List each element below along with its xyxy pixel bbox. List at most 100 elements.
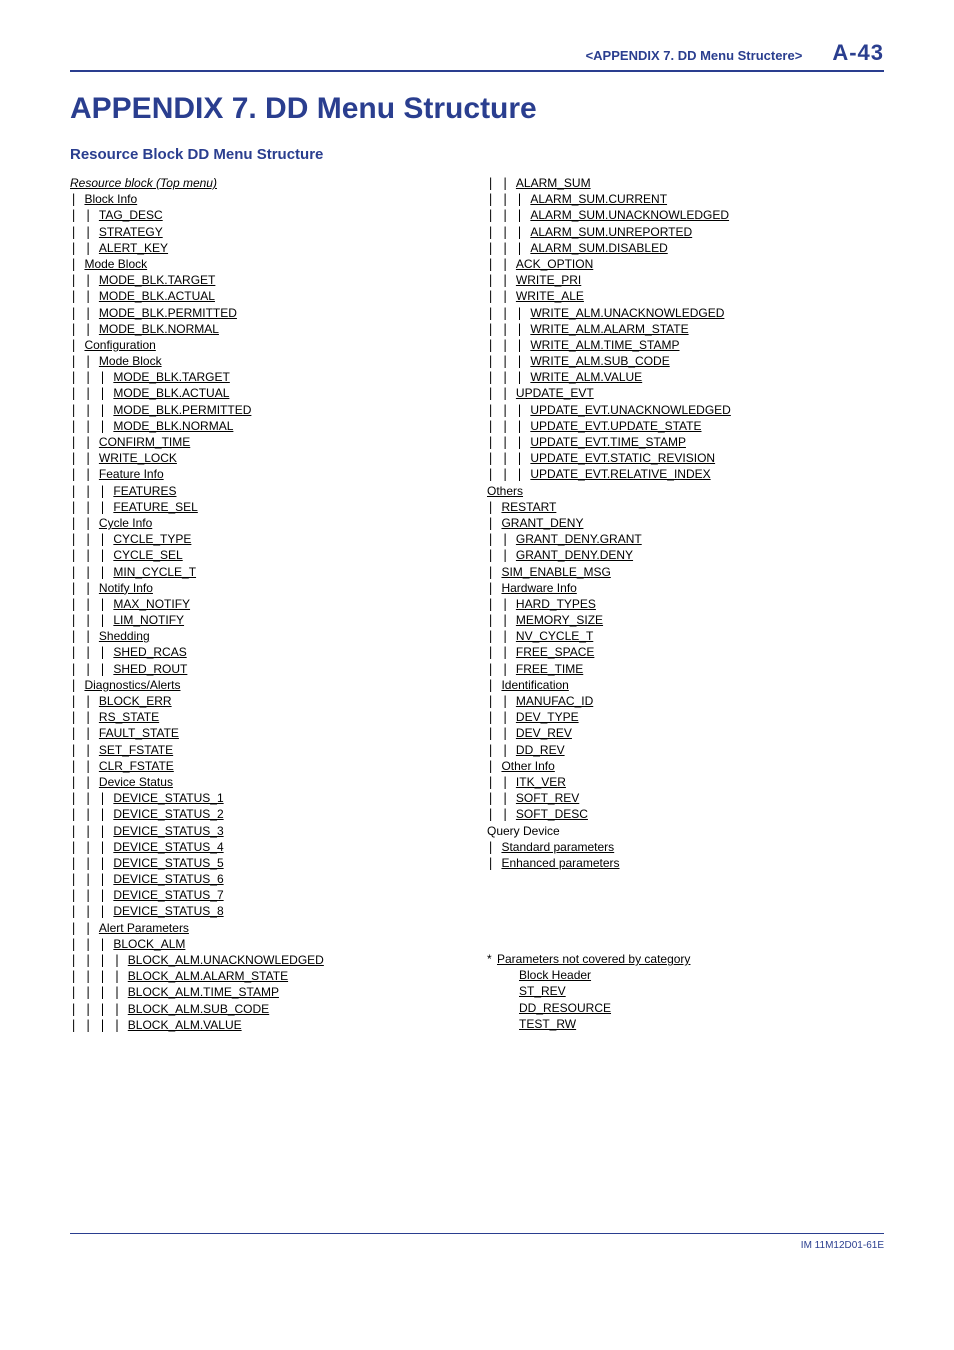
tree-node-label: CYCLE_TYPE <box>113 532 191 546</box>
tree-node-label: MODE_BLK.ACTUAL <box>113 386 229 400</box>
tree-node-label: DEVICE_STATUS_2 <box>113 807 223 821</box>
menu-tree-column-2: | | ALARM_SUM| | | ALARM_SUM.CURRENT| | … <box>487 175 884 1033</box>
tree-node: | | GRANT_DENY.GRANT <box>487 531 884 547</box>
tree-node-label: Device Status <box>99 775 173 789</box>
tree-node: | | | ALARM_SUM.UNREPORTED <box>487 224 884 240</box>
tree-node: | | | UPDATE_EVT.RELATIVE_INDEX <box>487 466 884 482</box>
tree-node: | GRANT_DENY <box>487 515 884 531</box>
tree-node: | | ALERT_KEY <box>70 240 467 256</box>
tree-node: | | ACK_OPTION <box>487 256 884 272</box>
tree-node-label: Cycle Info <box>99 516 152 530</box>
note-item: TEST_RW <box>487 1016 884 1032</box>
tree-node-label: DEVICE_STATUS_5 <box>113 856 223 870</box>
tree-node: | | | DEVICE_STATUS_6 <box>70 871 467 887</box>
tree-node: | | DD_REV <box>487 742 884 758</box>
tree-node-label: ALARM_SUM.DISABLED <box>530 241 667 255</box>
tree-node: Others <box>487 483 884 499</box>
tree-node-label: FEATURES <box>113 484 176 498</box>
tree-node: | | | DEVICE_STATUS_2 <box>70 806 467 822</box>
tree-node-label: SOFT_REV <box>516 791 579 805</box>
tree-node: | | Mode Block <box>70 353 467 369</box>
tree-node: | | | WRITE_ALM.TIME_STAMP <box>487 337 884 353</box>
tree-node-label: ALARM_SUM.UNACKNOWLEDGED <box>530 208 729 222</box>
tree-node: | | ALARM_SUM <box>487 175 884 191</box>
tree-node-label: WRITE_ALE <box>516 289 584 303</box>
tree-node-label: SIM_ENABLE_MSG <box>501 565 610 579</box>
note-heading: Parameters not covered by category <box>497 952 690 966</box>
tree-node-label: Hardware Info <box>501 581 576 595</box>
tree-node: | | WRITE_ALE <box>487 288 884 304</box>
tree-node: | | MEMORY_SIZE <box>487 612 884 628</box>
tree-node: | | | DEVICE_STATUS_1 <box>70 790 467 806</box>
page-title: APPENDIX 7. DD Menu Structure <box>70 92 884 126</box>
tree-node-label: MAX_NOTIFY <box>113 597 190 611</box>
tree-node: | | RS_STATE <box>70 709 467 725</box>
tree-node: | | HARD_TYPES <box>487 596 884 612</box>
tree-node: | Mode Block <box>70 256 467 272</box>
section-subtitle: Resource Block DD Menu Structure <box>70 146 884 163</box>
tree-node-label: RESTART <box>501 500 556 514</box>
tree-node-label: ALARM_SUM.UNREPORTED <box>530 225 692 239</box>
tree-node-label: Shedding <box>99 629 150 643</box>
tree-node-label: BLOCK_ALM.SUB_CODE <box>128 1002 269 1016</box>
tree-node-label: Mode Block <box>99 354 162 368</box>
tree-node: | | SOFT_DESC <box>487 806 884 822</box>
tree-node-label: TAG_DESC <box>99 208 163 222</box>
tree-node-label: BLOCK_ALM.VALUE <box>128 1018 242 1032</box>
tree-node: | | | MODE_BLK.PERMITTED <box>70 402 467 418</box>
tree-node: | | | UPDATE_EVT.STATIC_REVISION <box>487 450 884 466</box>
tree-node-label: MIN_CYCLE_T <box>113 565 196 579</box>
tree-node: | | | WRITE_ALM.SUB_CODE <box>487 353 884 369</box>
tree-node-label: Query Device <box>487 824 560 838</box>
tree-node-label: ALARM_SUM <box>516 176 591 190</box>
tree-node: | | CLR_FSTATE <box>70 758 467 774</box>
tree-node: | | Feature Info <box>70 466 467 482</box>
tree-node-label: ALARM_SUM.CURRENT <box>530 192 667 206</box>
tree-node: | | FREE_TIME <box>487 661 884 677</box>
tree-node-label: Standard parameters <box>501 840 614 854</box>
tree-node-label: DEVICE_STATUS_1 <box>113 791 223 805</box>
tree-node-label: MODE_BLK.PERMITTED <box>99 306 237 320</box>
tree-node: | | | MIN_CYCLE_T <box>70 564 467 580</box>
tree-node-label: ALERT_KEY <box>99 241 168 255</box>
tree-node: | | | CYCLE_SEL <box>70 547 467 563</box>
tree-node-label: WRITE_PRI <box>516 273 581 287</box>
tree-node: | | STRATEGY <box>70 224 467 240</box>
tree-node-label: WRITE_ALM.UNACKNOWLEDGED <box>530 306 724 320</box>
tree-node: | | | FEATURES <box>70 483 467 499</box>
tree-node: | | | MAX_NOTIFY <box>70 596 467 612</box>
tree-node: | | ITK_VER <box>487 774 884 790</box>
uncovered-note: *Parameters not covered by category Bloc… <box>487 951 884 1032</box>
tree-node-label: BLOCK_ERR <box>99 694 172 708</box>
tree-node: | | WRITE_PRI <box>487 272 884 288</box>
tree-node-label: Enhanced parameters <box>501 856 619 870</box>
tree-node-label: UPDATE_EVT.UPDATE_STATE <box>530 419 701 433</box>
tree-node: | | | | BLOCK_ALM.VALUE <box>70 1017 467 1033</box>
tree-node-label: WRITE_ALM.VALUE <box>530 370 642 384</box>
tree-node-label: Other Info <box>501 759 554 773</box>
tree-node-label: RS_STATE <box>99 710 159 724</box>
tree-node: | | BLOCK_ERR <box>70 693 467 709</box>
header-page-number: A-43 <box>832 40 884 66</box>
tree-node-label: BLOCK_ALM.TIME_STAMP <box>128 985 279 999</box>
tree-node-label: UPDATE_EVT.STATIC_REVISION <box>530 451 715 465</box>
tree-node-label: BLOCK_ALM <box>113 937 185 951</box>
tree-node: | | | | BLOCK_ALM.SUB_CODE <box>70 1001 467 1017</box>
tree-node-label: MODE_BLK.TARGET <box>99 273 215 287</box>
tree-node: | | | CYCLE_TYPE <box>70 531 467 547</box>
tree-node: | | | DEVICE_STATUS_4 <box>70 839 467 855</box>
tree-node: | | DEV_TYPE <box>487 709 884 725</box>
tree-node: | | MODE_BLK.ACTUAL <box>70 288 467 304</box>
tree-node-label: LIM_NOTIFY <box>113 613 184 627</box>
tree-node: | | MODE_BLK.PERMITTED <box>70 305 467 321</box>
tree-node-label: MODE_BLK.PERMITTED <box>113 403 251 417</box>
tree-node-label: MODE_BLK.ACTUAL <box>99 289 215 303</box>
note-item: ST_REV <box>487 983 884 999</box>
tree-node: | | Notify Info <box>70 580 467 596</box>
tree-node: Query Device <box>487 823 884 839</box>
tree-node-label: Notify Info <box>99 581 153 595</box>
tree-node: | Other Info <box>487 758 884 774</box>
tree-node-label: WRITE_ALM.ALARM_STATE <box>530 322 688 336</box>
tree-node: | RESTART <box>487 499 884 515</box>
tree-node-label: FREE_SPACE <box>516 645 594 659</box>
